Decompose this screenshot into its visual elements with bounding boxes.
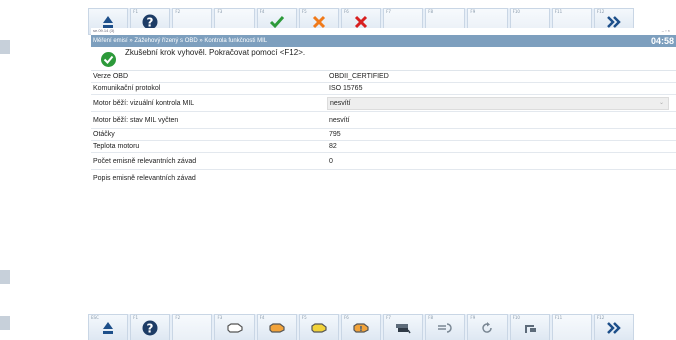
clock: 04:58: [650, 36, 674, 46]
row-label: Komunikační protokol: [93, 85, 161, 92]
mil-visual-select-value: nesvítí: [330, 100, 351, 107]
row-label: Teplota motoru: [93, 143, 140, 150]
background-edge-mark: [0, 270, 10, 284]
row-label: Otáčky: [93, 131, 115, 138]
f2-button-bottom[interactable]: F2: [172, 314, 213, 340]
row-label: Motor běží: stav MIL vyčten: [93, 117, 179, 124]
double-chevron-right-icon: [607, 322, 621, 334]
status-banner: Zkušební krok vyhověl. Pokračovat pomocí…: [91, 47, 676, 71]
help-icon: ?: [142, 320, 158, 336]
table-row: Komunikační protokol ISO 15765: [91, 83, 676, 95]
row-label: Počet emisně relevantních závad: [93, 158, 197, 165]
row-value: nesvítí: [329, 117, 350, 124]
window-caption-path: se.09.14 (3): [93, 28, 115, 33]
table-row: Počet emisně relevantních závad 0: [91, 153, 676, 170]
refresh-button[interactable]: F9: [467, 314, 508, 340]
bottom-toolbar: ESC F1 ? F2 F3 F4 F5 F6 ! F7 F8 F9 F10 F…: [88, 314, 635, 340]
continue-button-bottom[interactable]: F12: [593, 314, 635, 340]
f11-button-bottom[interactable]: F11: [551, 314, 592, 340]
eject-icon: [103, 322, 114, 334]
engine-orange-icon: [269, 323, 285, 333]
main-window: se.09.14 (3) – ▫ × Měření emisí » Zážeho…: [91, 28, 676, 314]
table-row: Motor běží: vizuální kontrola MIL nesvít…: [91, 95, 676, 112]
success-check-icon: [101, 52, 116, 67]
engine-fault-button[interactable]: F6 !: [340, 314, 382, 340]
eject-button-bottom[interactable]: ESC: [88, 314, 129, 340]
eject-icon: [103, 15, 114, 28]
row-value: 795: [329, 131, 341, 138]
result-table: Verze OBD OBDII_CERTIFIED Komunikační pr…: [91, 71, 676, 187]
status-message: Zkušební krok vyhověl. Pokračovat pomocí…: [125, 48, 306, 57]
table-row: Popis emisně relevantních závad: [91, 170, 676, 187]
row-value: 82: [329, 143, 337, 150]
engine-warm-button[interactable]: F4: [256, 314, 297, 340]
breadcrumb-text: Měření emisí » Zážehový řízený s OBD » K…: [93, 38, 268, 44]
window-controls[interactable]: – ▫ ×: [662, 28, 670, 33]
refresh-icon: [482, 322, 493, 333]
row-value: 0: [329, 158, 333, 165]
engine-outline-icon: [226, 323, 243, 333]
table-row: Motor běží: stav MIL vyčten nesvítí: [91, 112, 676, 129]
row-value: ISO 15765: [329, 85, 363, 92]
screen: Převést F1 ? F2 F3 F4 F5: [0, 0, 676, 340]
chevron-down-icon: ⌄: [658, 100, 664, 106]
tester-icon: [396, 324, 411, 334]
row-value: OBDII_CERTIFIED: [329, 73, 389, 80]
window-caption: se.09.14 (3) – ▫ ×: [91, 28, 676, 35]
cross-orange-icon: [312, 15, 325, 28]
mil-visual-select[interactable]: nesvítí ⌄: [327, 97, 669, 110]
table-row: Verze OBD OBDII_CERTIFIED: [91, 71, 676, 83]
table-row: Otáčky 795: [91, 129, 676, 141]
exhaust-button[interactable]: F8: [425, 314, 466, 340]
row-label: Verze OBD: [93, 73, 129, 80]
checkmark-icon: [269, 15, 284, 28]
background-edge-mark: [0, 40, 10, 54]
table-row: Teplota motoru 82: [91, 141, 676, 153]
background-edge-mark: [0, 316, 10, 330]
engine-yellow-button[interactable]: F5: [298, 314, 339, 340]
svg-text:!: !: [359, 325, 362, 333]
svg-text:?: ?: [147, 15, 154, 29]
svg-text:?: ?: [147, 322, 154, 336]
cross-red-icon: [354, 15, 368, 28]
engine-yellow-icon: [311, 323, 327, 333]
engine-warning-icon: !: [353, 323, 369, 333]
breadcrumb: Měření emisí » Zážehový řízený s OBD » K…: [91, 35, 676, 47]
tap-icon: [524, 325, 536, 333]
exhaust-icon: [438, 323, 453, 333]
help-button-bottom[interactable]: F1 ?: [130, 314, 171, 340]
row-label: Motor běží: vizuální kontrola MIL: [93, 100, 195, 107]
tester-button[interactable]: F7: [383, 314, 424, 340]
row-label: Popis emisně relevantních závad: [93, 175, 196, 182]
engine-cold-button[interactable]: F3: [214, 314, 255, 340]
double-chevron-right-icon: [607, 15, 621, 28]
tap-button[interactable]: F10: [509, 314, 550, 340]
